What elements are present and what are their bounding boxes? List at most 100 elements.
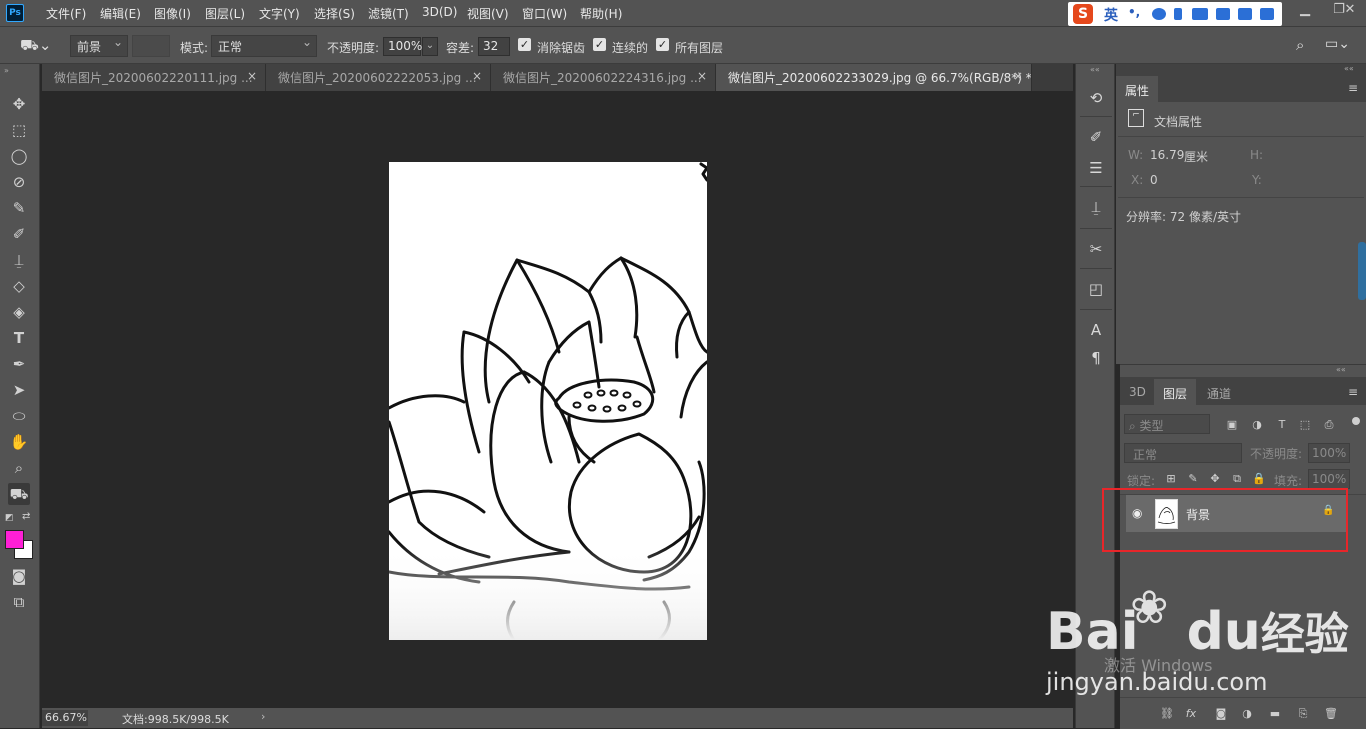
- layer-mask-icon[interactable]: ◙: [1214, 707, 1228, 721]
- tool-presets-icon[interactable]: ✂: [1085, 238, 1107, 260]
- lasso-tool-icon[interactable]: ◯: [8, 145, 30, 167]
- all-layers-checkbox[interactable]: ✓: [656, 38, 669, 51]
- move-tool-icon[interactable]: ✥: [8, 93, 30, 115]
- tab-doc-4-active[interactable]: 微信图片_20200602233029.jpg @ 66.7%(RGB/8*) …: [716, 64, 1032, 91]
- menu-3d[interactable]: 3D(D): [422, 5, 457, 19]
- shirt-icon[interactable]: [1238, 8, 1252, 20]
- tab-close-icon[interactable]: ×: [247, 69, 257, 83]
- paint-bucket-tool-preset-icon[interactable]: ⛟⌄: [20, 36, 56, 56]
- menu-window[interactable]: 窗口(W): [522, 5, 567, 22]
- tab-doc-2[interactable]: 微信图片_20200602222053.jpg ... ×: [266, 64, 491, 91]
- collapse-toolbar-icon[interactable]: »: [4, 66, 9, 75]
- dodge-tool-icon[interactable]: ◈: [8, 301, 30, 323]
- person-icon[interactable]: [1216, 8, 1230, 20]
- fill-input[interactable]: 100%: [1308, 469, 1350, 489]
- lock-all-icon[interactable]: 🔒: [1252, 472, 1266, 486]
- tab-close-icon[interactable]: ×: [1013, 69, 1023, 83]
- new-layer-icon[interactable]: ⎘: [1296, 707, 1310, 721]
- emoji-icon[interactable]: [1152, 8, 1166, 20]
- filter-smart-object-icon[interactable]: ⎙: [1322, 418, 1336, 432]
- keyboard-icon[interactable]: [1192, 8, 1208, 20]
- lock-pixels-icon[interactable]: ✎: [1186, 472, 1200, 486]
- pattern-picker[interactable]: [132, 35, 170, 57]
- ime-toolbar[interactable]: S 英 •,: [1068, 2, 1282, 26]
- opacity-input[interactable]: 100%: [383, 37, 422, 56]
- collapse-panel-icon[interactable]: ««: [1344, 64, 1354, 73]
- minimize-icon[interactable]: ▁: [1288, 0, 1322, 22]
- menu-select[interactable]: 选择(S): [314, 5, 355, 22]
- zoom-tool-icon[interactable]: ⌕: [8, 457, 30, 479]
- filter-type-icon[interactable]: T: [1275, 418, 1289, 432]
- tab-doc-1[interactable]: 微信图片_20200602220111.jpg ... ×: [42, 64, 266, 91]
- status-menu-arrow-icon[interactable]: ›: [261, 710, 265, 723]
- default-colors-icon[interactable]: ◩: [5, 513, 14, 523]
- foreground-color-swatch[interactable]: [5, 530, 24, 549]
- eraser-tool-icon[interactable]: ◇: [8, 275, 30, 297]
- type-tool-icon[interactable]: T: [8, 327, 30, 349]
- navigator-icon[interactable]: ◰: [1085, 278, 1107, 300]
- tab-properties[interactable]: 属性: [1116, 76, 1159, 102]
- quick-selection-tool-icon[interactable]: ⊘: [8, 171, 30, 193]
- filter-pixel-icon[interactable]: ▣: [1225, 418, 1239, 432]
- swap-colors-icon[interactable]: ⇄: [22, 511, 30, 522]
- screen-mode-icon[interactable]: ⧉: [8, 591, 30, 613]
- filter-toggle[interactable]: [1352, 417, 1360, 425]
- brush-tool-icon[interactable]: ✐: [8, 223, 30, 245]
- punctuation-icon[interactable]: •,: [1128, 5, 1140, 19]
- hand-tool-icon[interactable]: ✋: [8, 431, 30, 453]
- microphone-icon[interactable]: [1174, 8, 1182, 20]
- menu-type[interactable]: 文字(Y): [259, 5, 300, 22]
- marquee-tool-icon[interactable]: ⬚: [8, 119, 30, 141]
- menu-edit[interactable]: 编辑(E): [100, 5, 141, 22]
- collapse-layers-icon[interactable]: ««: [1336, 365, 1346, 374]
- adjustment-layer-icon[interactable]: ◑: [1240, 707, 1254, 721]
- opacity-dropdown-icon[interactable]: ⌄: [422, 37, 438, 56]
- link-layers-icon[interactable]: ⛓: [1160, 707, 1174, 721]
- menu-image[interactable]: 图像(I): [154, 5, 191, 22]
- eyedropper-tool-icon[interactable]: ✎: [8, 197, 30, 219]
- character-icon[interactable]: A: [1085, 319, 1107, 341]
- search-icon[interactable]: ⌕: [1296, 36, 1304, 54]
- adjustments-icon[interactable]: ☰: [1085, 157, 1107, 179]
- menu-help[interactable]: 帮助(H): [580, 5, 622, 22]
- menu-filter[interactable]: 滤镜(T): [368, 5, 409, 22]
- tab-close-icon[interactable]: ×: [697, 69, 707, 83]
- blend-mode-select[interactable]: 正常: [1124, 443, 1242, 463]
- tab-layers[interactable]: 图层: [1154, 379, 1197, 405]
- stamp-tool-icon[interactable]: ⍊: [8, 249, 30, 271]
- collapse-strip-icon[interactable]: ««: [1090, 65, 1100, 74]
- document-canvas[interactable]: [389, 162, 707, 640]
- lock-transparent-icon[interactable]: ⊞: [1164, 472, 1178, 486]
- new-group-icon[interactable]: ▬: [1268, 707, 1282, 721]
- quick-mask-icon[interactable]: ◙: [8, 565, 30, 587]
- mode-select[interactable]: 正常: [211, 35, 317, 57]
- delete-layer-icon[interactable]: 🗑: [1324, 707, 1338, 721]
- ellipse-tool-icon[interactable]: ⬭: [8, 405, 30, 427]
- panel-resize-handle[interactable]: [1358, 242, 1366, 300]
- tab-channels[interactable]: 通道: [1198, 379, 1240, 405]
- layer-filter-select[interactable]: ⌕ 类型: [1124, 414, 1210, 434]
- grid-icon[interactable]: [1260, 8, 1274, 20]
- panel-menu-icon[interactable]: ≡: [1348, 81, 1358, 95]
- x-value[interactable]: 0: [1150, 173, 1158, 187]
- menu-view[interactable]: 视图(V): [467, 5, 509, 22]
- filter-shape-icon[interactable]: ⬚: [1298, 418, 1312, 432]
- lock-artboard-icon[interactable]: ⧉: [1230, 472, 1244, 486]
- tab-doc-3[interactable]: 微信图片_20200602224316.jpg ... ×: [491, 64, 716, 91]
- layers-panel-menu-icon[interactable]: ≡: [1348, 385, 1358, 399]
- close-icon[interactable]: ✕: [1334, 0, 1366, 22]
- width-value[interactable]: 16.79: [1150, 148, 1184, 162]
- tolerance-input[interactable]: 32: [478, 37, 510, 56]
- ime-language[interactable]: 英: [1104, 5, 1118, 25]
- paint-bucket-tool-icon[interactable]: ⛟: [8, 483, 30, 505]
- tab-3d[interactable]: 3D: [1120, 379, 1155, 405]
- menu-file[interactable]: 文件(F): [46, 5, 86, 22]
- workspace-icon[interactable]: ▭⌄: [1325, 36, 1350, 52]
- clone-source-icon[interactable]: ⍊: [1085, 196, 1107, 218]
- antialias-checkbox[interactable]: ✓: [518, 38, 531, 51]
- brush-settings-icon[interactable]: ✐: [1085, 126, 1107, 148]
- zoom-level[interactable]: 66.67%: [42, 710, 88, 726]
- menu-layer[interactable]: 图层(L): [205, 5, 245, 22]
- fill-source-select[interactable]: 前景: [70, 35, 128, 57]
- filter-adjustment-icon[interactable]: ◑: [1250, 418, 1264, 432]
